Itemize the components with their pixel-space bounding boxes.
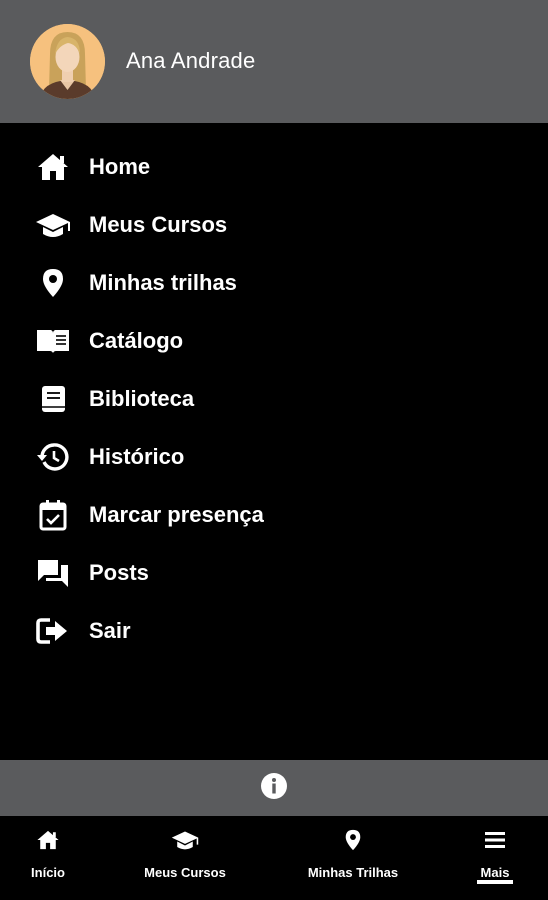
map-pin-icon (345, 828, 361, 852)
home-icon (36, 828, 60, 852)
menu-item-minhas-trilhas[interactable]: Minhas trilhas (0, 254, 548, 312)
menu-item-historico[interactable]: Histórico (0, 428, 548, 486)
history-icon (35, 441, 71, 473)
menu-item-label: Sair (89, 618, 131, 643)
profile-header: Ana Andrade (0, 0, 548, 123)
home-icon (35, 151, 71, 183)
open-book-icon (35, 325, 71, 357)
side-menu: Home Meus Cursos Minhas trilhas Catálogo… (0, 138, 548, 660)
tab-minhas-trilhas[interactable]: Minhas Trilhas (298, 816, 408, 900)
tab-label: Mais (480, 865, 510, 880)
bottom-tab-bar: Início Meus Cursos Minhas Trilhas Mais (0, 816, 548, 900)
menu-item-label: Posts (89, 560, 149, 585)
menu-item-label: Biblioteca (89, 386, 195, 411)
menu-item-catalogo[interactable]: Catálogo (0, 312, 548, 370)
tab-meus-cursos[interactable]: Meus Cursos (130, 816, 240, 900)
sign-out-icon (35, 615, 71, 647)
menu-item-sair[interactable]: Sair (0, 602, 548, 660)
tab-label: Início (31, 865, 65, 880)
menu-item-label: Minhas trilhas (89, 270, 237, 295)
info-icon[interactable] (260, 772, 288, 805)
graduation-cap-icon (35, 209, 71, 241)
menu-item-label: Home (89, 154, 151, 179)
graduation-cap-icon (171, 828, 199, 852)
book-icon (35, 383, 71, 415)
calendar-check-icon (35, 499, 71, 531)
user-avatar-icon (30, 24, 105, 99)
tab-inicio[interactable]: Início (0, 816, 96, 900)
user-name: Ana Andrade (126, 48, 256, 73)
menu-item-label: Meus Cursos (89, 212, 228, 237)
avatar[interactable] (30, 24, 105, 99)
chat-bubbles-icon (35, 557, 71, 589)
tab-label: Meus Cursos (144, 865, 226, 880)
tab-label: Minhas Trilhas (307, 865, 399, 880)
menu-item-home[interactable]: Home (0, 138, 548, 196)
menu-item-label: Histórico (89, 444, 185, 469)
menu-item-label: Marcar presença (89, 502, 264, 527)
tab-mais[interactable]: Mais (455, 816, 535, 900)
active-tab-indicator (477, 880, 513, 884)
menu-item-biblioteca[interactable]: Biblioteca (0, 370, 548, 428)
info-bar (0, 760, 548, 816)
menu-item-meus-cursos[interactable]: Meus Cursos (0, 196, 548, 254)
menu-item-marcar-presenca[interactable]: Marcar presença (0, 486, 548, 544)
hamburger-menu-icon (485, 828, 505, 852)
menu-item-posts[interactable]: Posts (0, 544, 548, 602)
map-pin-icon (35, 267, 71, 299)
menu-item-label: Catálogo (89, 328, 184, 353)
